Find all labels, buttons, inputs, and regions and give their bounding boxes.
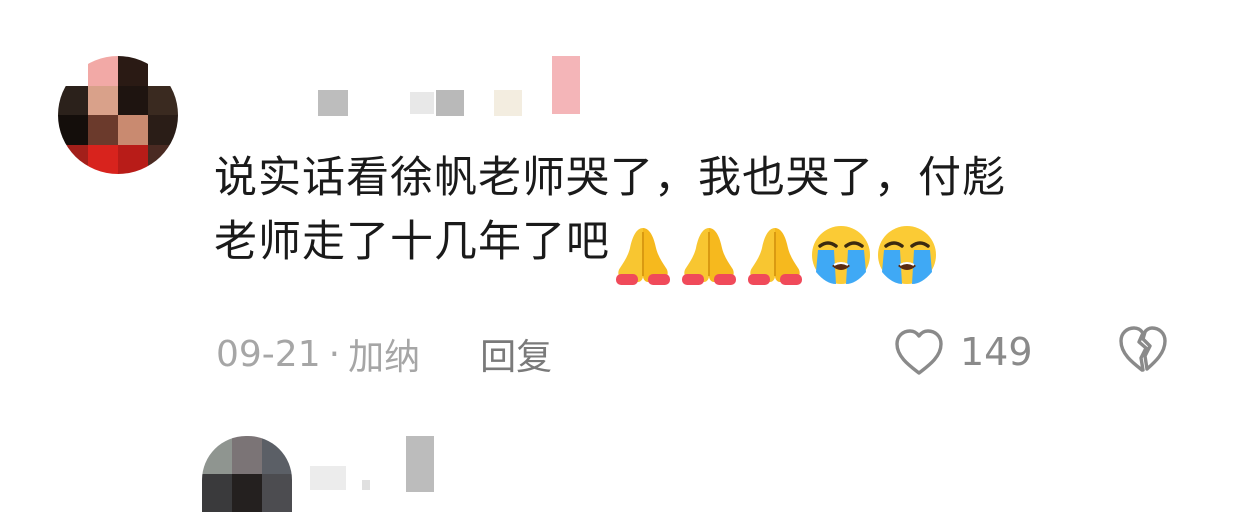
comment-text: 说实话看徐帆老师哭了，我也哭了，付彪 老师走了十几年了吧 (214, 146, 1174, 288)
comment-date: 09-21 (216, 333, 321, 375)
folded-hands-icon (610, 224, 676, 286)
reply-button[interactable]: 回复 (480, 328, 552, 380)
reply-username-blurred[interactable] (310, 436, 440, 496)
comment-text-line2: 老师走了十几年了吧 (214, 217, 610, 267)
comment-text-line1: 说实话看徐帆老师哭了，我也哭了，付彪 (214, 153, 1006, 203)
folded-hands-icon (742, 224, 808, 286)
heart-icon[interactable] (892, 326, 946, 378)
commenter-username-blurred[interactable] (318, 56, 588, 118)
broken-heart-icon[interactable] (1116, 322, 1170, 376)
folded-hands-icon (676, 224, 742, 286)
like-count: 149 (960, 330, 1033, 374)
like-group: 149 (892, 322, 1033, 382)
loudly-crying-face-icon (808, 224, 874, 286)
comment-location: 加纳 (348, 337, 421, 378)
meta-separator: · (328, 333, 341, 375)
emoji-group (610, 224, 940, 288)
loudly-crying-face-icon (874, 224, 940, 286)
comment-meta: 09-21 · 加纳 回复 (216, 328, 552, 380)
commenter-avatar[interactable] (58, 56, 178, 174)
reply-avatar[interactable] (202, 436, 292, 512)
